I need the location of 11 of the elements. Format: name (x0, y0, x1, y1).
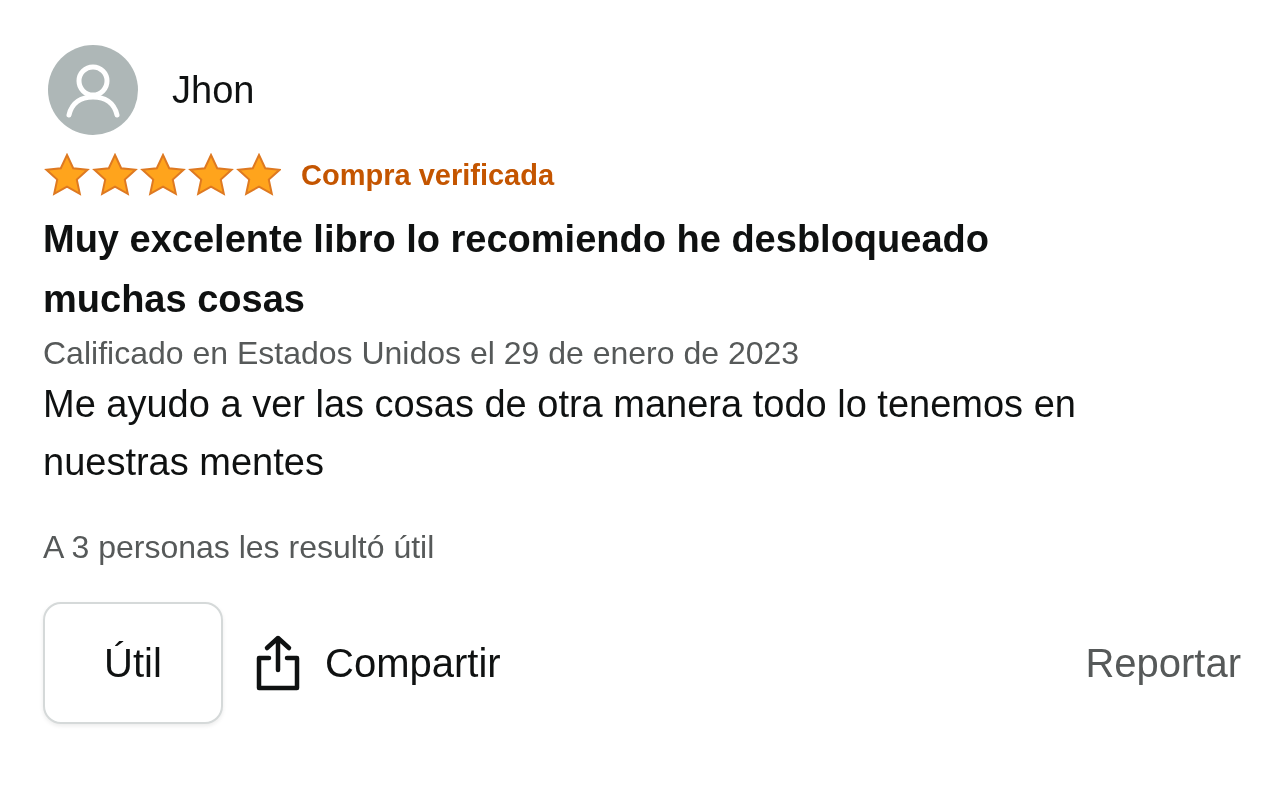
review-body: Me ayudo a ver las cosas de otra manera todo lo tenemos en nuestras mentes (43, 382, 1077, 485)
helpful-button[interactable]: Útil (43, 602, 223, 724)
verified-label: Compra verificada (301, 158, 555, 192)
review-title: Muy excelente libro lo recomiendo he desbloqueado muchas cosas (43, 217, 990, 322)
avatar-icon (48, 45, 138, 135)
author-name: Jhon (172, 68, 255, 112)
report-link[interactable]: Reportar (1085, 640, 1241, 686)
share-button[interactable]: Compartir (255, 634, 501, 692)
helpful-count: A 3 personas les resultó útil (43, 529, 436, 566)
review-date: Calificado en Estados Unidos el 29 de enero de 2023 (43, 334, 801, 373)
share-icon (255, 634, 301, 692)
